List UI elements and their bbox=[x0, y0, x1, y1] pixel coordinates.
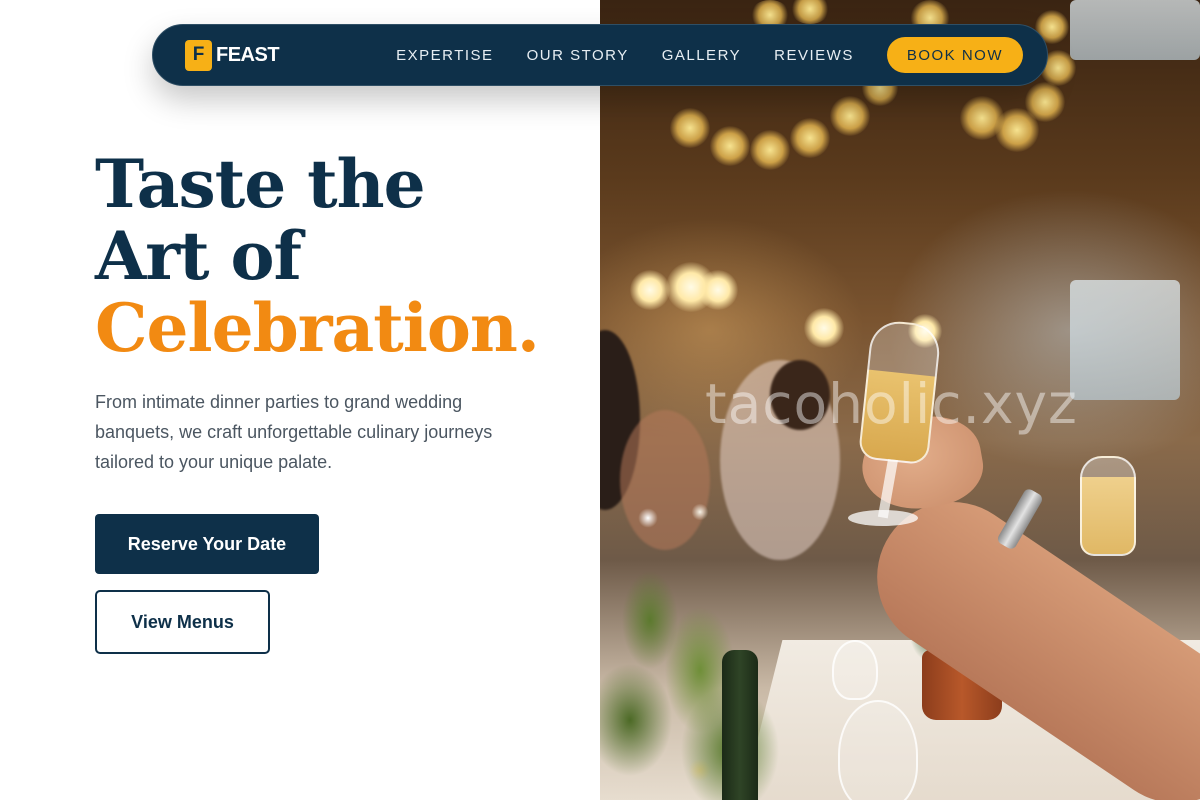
brand-logo[interactable]: F FEAST bbox=[185, 39, 280, 71]
wine-glass bbox=[838, 700, 918, 800]
string-light bbox=[670, 108, 710, 148]
lamp-light bbox=[630, 270, 670, 310]
watermark-text: tacoholic.xyz bbox=[705, 372, 1078, 436]
photo-window bbox=[1070, 280, 1180, 400]
string-light bbox=[710, 126, 750, 166]
champagne-flute bbox=[1080, 456, 1136, 556]
hero-title-line: Taste the bbox=[95, 145, 426, 223]
letter-badge-icon: F bbox=[185, 39, 212, 71]
string-light bbox=[790, 0, 830, 24]
string-light bbox=[1025, 82, 1065, 122]
nav-link-gallery[interactable]: GALLERY bbox=[662, 47, 741, 64]
hero-title-accent: Celebration. bbox=[95, 289, 540, 367]
nav-link-our-story[interactable]: OUR STORY bbox=[527, 47, 629, 64]
hero-description: From intimate dinner parties to grand we… bbox=[95, 392, 493, 472]
lamp-light bbox=[698, 270, 738, 310]
view-menus-button[interactable]: View Menus bbox=[95, 590, 270, 654]
lamp-light bbox=[804, 308, 844, 348]
flute-foot bbox=[848, 510, 918, 526]
wine-glass bbox=[832, 640, 878, 700]
hero-title-line: Art of bbox=[95, 217, 302, 295]
reserve-date-button[interactable]: Reserve Your Date bbox=[95, 514, 319, 574]
nav-link-expertise[interactable]: EXPERTISE bbox=[396, 47, 493, 64]
top-navigation: F FEAST EXPERTISE OUR STORY GALLERY REVI… bbox=[152, 24, 1048, 86]
string-light bbox=[830, 96, 870, 136]
string-light bbox=[790, 118, 830, 158]
nav-link-reviews[interactable]: REVIEWS bbox=[774, 47, 854, 64]
flower-arrangement bbox=[600, 500, 790, 800]
string-light bbox=[750, 130, 790, 170]
hero-title: Taste the Art of Celebration. bbox=[95, 145, 540, 367]
nav-links: EXPERTISE OUR STORY GALLERY REVIEWS bbox=[396, 47, 854, 64]
photo-window bbox=[1070, 0, 1200, 60]
book-now-button[interactable]: BOOK NOW bbox=[886, 37, 1023, 73]
brand-name: FEAST bbox=[216, 43, 280, 66]
wine-bottle bbox=[722, 650, 758, 800]
